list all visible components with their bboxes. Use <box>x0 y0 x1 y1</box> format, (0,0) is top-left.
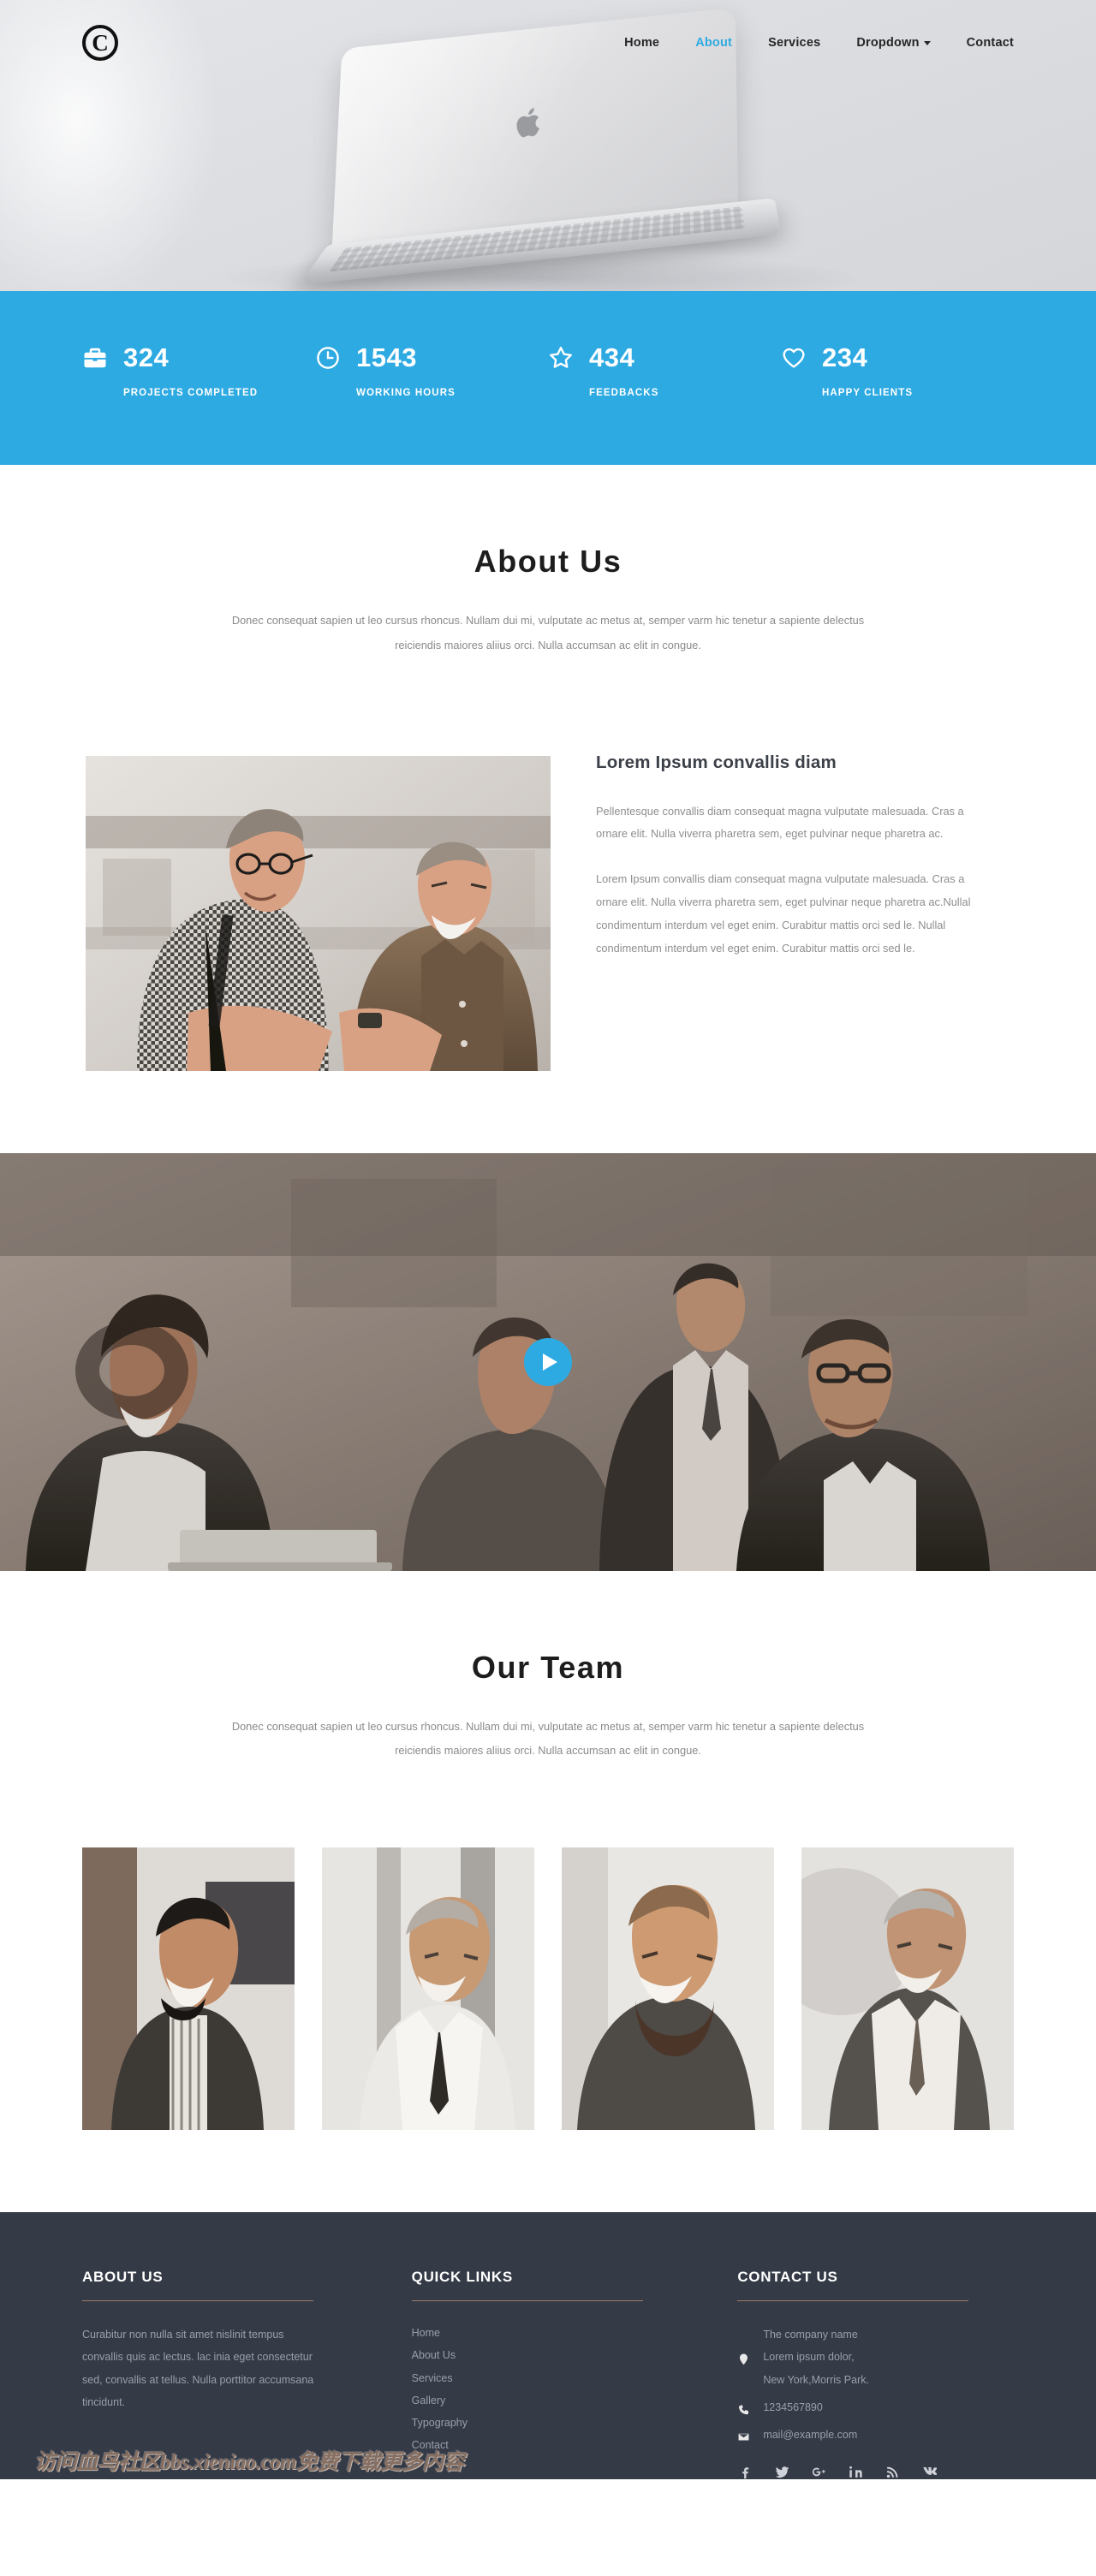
stat-projects-completed: 324 PROJECTS COMPLETED <box>82 344 315 398</box>
about-subtitle: Donec consequat sapien ut leo cursus rho… <box>231 614 865 651</box>
footer-social-links <box>737 2465 954 2479</box>
footer-link-home[interactable]: Home <box>412 2322 644 2344</box>
video-banner <box>0 1152 1096 1571</box>
team-photo-4 <box>801 1847 1014 2131</box>
stat-label: PROJECTS COMPLETED <box>123 388 259 398</box>
footer-quick-links-column: QUICK LINKS Home About Us Services Galle… <box>393 2269 704 2479</box>
footer-about-column: ABOUT US Curabitur non nulla sit amet ni… <box>82 2269 393 2479</box>
envelope-icon <box>738 2433 749 2441</box>
stat-feedbacks: 434 FEEDBACKS <box>548 344 781 398</box>
about-content-columns: Lorem Ipsum convallis diam Pellentesque … <box>82 747 1014 1071</box>
twitter-icon[interactable] <box>775 2465 789 2479</box>
nav-link-dropdown[interactable]: Dropdown <box>856 36 931 50</box>
facebook-icon[interactable] <box>738 2465 753 2479</box>
team-grid <box>82 1847 1014 2212</box>
stat-value: 234 <box>822 342 868 372</box>
footer-contact-details: The company name Lorem ipsum dolor, New … <box>737 2323 954 2479</box>
stat-value: 324 <box>123 342 170 372</box>
about-paragraph-1: Pellentesque convallis diam consequat ma… <box>596 804 964 841</box>
footer-link-typography[interactable]: Typography <box>412 2412 644 2434</box>
footer-about-title: ABOUT US <box>82 2269 164 2286</box>
footer-link-contact[interactable]: Contact <box>412 2434 644 2456</box>
stats-bar: 324 PROJECTS COMPLETED 1543 WORKING HOUR… <box>0 291 1096 465</box>
team-subtitle: Donec consequat sapien ut leo cursus rho… <box>231 1719 865 1758</box>
hero-drop-shadow <box>214 253 865 291</box>
footer-divider <box>411 2300 643 2302</box>
about-heading-block: About Us Donec consequat sapien ut leo c… <box>82 544 1014 658</box>
briefcase-icon <box>84 348 106 367</box>
team-photo-3 <box>562 1847 774 2131</box>
stat-label: WORKING HOURS <box>356 388 456 398</box>
team-title: Our Team <box>471 1649 625 1685</box>
about-paragraph-2: Lorem Ipsum convallis diam consequat mag… <box>596 872 971 955</box>
nav-link-list: Home About Services Dropdown Contact <box>624 36 1014 50</box>
site-footer: ABOUT US Curabitur non nulla sit amet ni… <box>0 2212 1096 2480</box>
footer-address-line-2: Lorem ipsum dolor, <box>763 2351 855 2364</box>
footer-address-lines: The company name Lorem ipsum dolor, New … <box>763 2323 869 2391</box>
footer-phone-value[interactable]: 1234567890 <box>763 2396 823 2418</box>
chevron-down-icon <box>923 40 931 45</box>
main-navigation: C Home About Services Dropdown Contact <box>0 0 1096 86</box>
stat-label: FEEDBACKS <box>589 388 659 398</box>
vk-icon[interactable] <box>922 2465 938 2479</box>
site-logo[interactable]: C <box>82 25 118 61</box>
nav-link-contact[interactable]: Contact <box>967 36 1014 50</box>
team-heading-block: Our Team Donec consequat sapien ut leo c… <box>82 1650 1014 1764</box>
play-triangle-icon <box>543 1353 557 1371</box>
star-icon <box>550 346 572 368</box>
team-member-card-4[interactable] <box>801 1847 1014 2131</box>
linkedin-icon[interactable] <box>849 2465 863 2479</box>
nav-link-services[interactable]: Services <box>768 36 820 50</box>
about-subheading: Lorem Ipsum convallis diam <box>596 752 837 772</box>
team-member-card-3[interactable] <box>562 1847 774 2131</box>
footer-contact-title: CONTACT US <box>737 2269 838 2286</box>
team-section: Our Team Donec consequat sapien ut leo c… <box>0 1571 1096 2213</box>
team-photo-2 <box>322 1847 534 2131</box>
team-member-card-2[interactable] <box>322 1847 534 2131</box>
footer-mail-value[interactable]: mail@example.com <box>763 2424 857 2446</box>
footer-address-line-3: New York,Morris Park. <box>763 2373 869 2386</box>
footer-phone-row: 1234567890 <box>737 2396 954 2418</box>
footer-quick-links-title: QUICK LINKS <box>411 2269 513 2286</box>
heart-icon <box>783 348 805 368</box>
about-section: About Us Donec consequat sapien ut leo c… <box>0 465 1096 1071</box>
stat-label: HAPPY CLIENTS <box>822 388 914 398</box>
nav-link-about[interactable]: About <box>695 36 732 50</box>
clock-icon <box>317 346 339 369</box>
location-pin-icon <box>740 2353 748 2365</box>
page-title: About Us <box>474 544 622 579</box>
footer-link-services[interactable]: Services <box>412 2367 644 2389</box>
footer-mail-row: mail@example.com <box>737 2424 954 2446</box>
footer-about-text: Curabitur non nulla sit amet nislinit te… <box>82 2329 314 2408</box>
stat-row: 434 <box>548 344 781 371</box>
stat-value: 1543 <box>356 342 417 372</box>
stat-row: 324 <box>82 344 315 371</box>
stat-row: 1543 <box>315 344 548 371</box>
footer-address-row: The company name Lorem ipsum dolor, New … <box>737 2323 954 2391</box>
rss-icon[interactable] <box>885 2465 900 2479</box>
apple-logo-icon <box>516 107 540 139</box>
stat-value: 434 <box>589 342 635 372</box>
footer-contact-column: CONTACT US The company name Lorem ipsum … <box>703 2269 1014 2479</box>
footer-link-gallery[interactable]: Gallery <box>412 2389 644 2412</box>
footer-address-line-1: The company name <box>763 2329 858 2341</box>
play-video-button[interactable] <box>524 1337 572 1386</box>
hero-banner: C Home About Services Dropdown Contact <box>0 0 1096 291</box>
team-member-card-1[interactable] <box>82 1847 295 2131</box>
stat-happy-clients: 234 HAPPY CLIENTS <box>781 344 1014 398</box>
stat-working-hours: 1543 WORKING HOURS <box>315 344 548 398</box>
about-photo <box>86 755 551 1071</box>
nav-dropdown-label: Dropdown <box>856 36 920 50</box>
google-plus-icon[interactable] <box>812 2465 826 2479</box>
team-photo-1 <box>82 1847 295 2131</box>
phone-icon <box>739 2404 749 2415</box>
about-text-column: Lorem Ipsum convallis diam Pellentesque … <box>596 747 998 1071</box>
footer-divider <box>82 2300 313 2302</box>
footer-divider <box>737 2300 969 2302</box>
footer-link-list: Home About Us Services Gallery Typograph… <box>412 2322 644 2457</box>
stat-row: 234 <box>781 344 1014 371</box>
about-image-frame <box>82 747 562 1071</box>
footer-link-about-us[interactable]: About Us <box>412 2344 644 2366</box>
nav-link-home[interactable]: Home <box>624 36 659 50</box>
